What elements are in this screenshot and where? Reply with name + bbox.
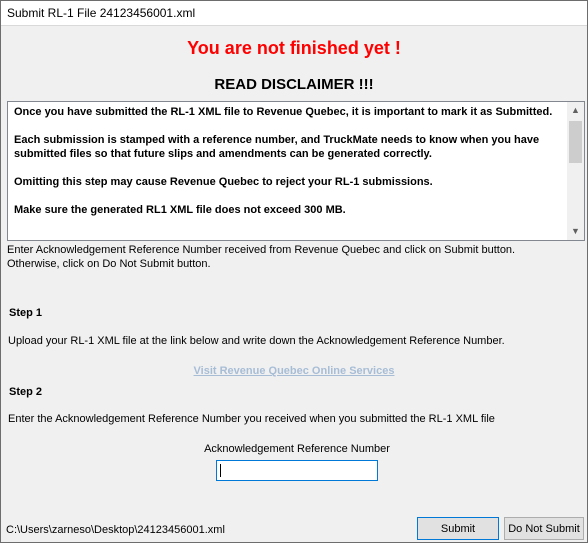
step2-label: Step 2 (9, 386, 43, 398)
file-path: C:\Users\zarneso\Desktop\24123456001.xml (6, 524, 225, 536)
disclaimer-paragraph: Make sure the generated RL1 XML file doe… (14, 204, 346, 216)
disclaimer-paragraph: Once you have submitted the RL-1 XML fil… (14, 106, 553, 118)
ack-number-input[interactable] (216, 460, 378, 481)
instructions: Enter Acknowledgement Reference Number r… (7, 243, 582, 271)
disclaimer-text: Once you have submitted the RL-1 XML fil… (14, 105, 564, 231)
vertical-scrollbar[interactable]: ▲ ▼ (567, 102, 584, 240)
step2-text: Enter the Acknowledgement Reference Numb… (8, 413, 495, 425)
title-bar: Submit RL-1 File 24123456001.xml (1, 1, 587, 25)
scrollbar-thumb[interactable] (569, 121, 582, 163)
step1-label: Step 1 (9, 307, 43, 319)
warning-message: You are not finished yet ! (187, 38, 401, 58)
disclaimer-textbox[interactable]: Once you have submitted the RL-1 XML fil… (7, 101, 585, 241)
chevron-down-icon[interactable]: ▼ (567, 223, 584, 240)
revenue-quebec-link[interactable]: Visit Revenue Quebec Online Services (1, 365, 587, 377)
do-not-submit-button[interactable]: Do Not Submit (504, 517, 584, 540)
chevron-up-icon[interactable]: ▲ (567, 102, 584, 119)
instructions-line: Otherwise, click on Do Not Submit button… (7, 258, 211, 270)
disclaimer-paragraph: Omitting this step may cause Revenue Que… (14, 176, 433, 188)
instructions-line: Enter Acknowledgement Reference Number r… (7, 244, 516, 256)
text-caret (220, 464, 221, 477)
ack-number-label: Acknowledgement Reference Number (204, 443, 390, 455)
disclaimer-title: READ DISCLAIMER !!! (214, 76, 374, 93)
step1-text: Upload your RL-1 XML file at the link be… (8, 335, 505, 347)
disclaimer-paragraph: Each submission is stamped with a refere… (14, 134, 540, 160)
submit-button[interactable]: Submit (417, 517, 499, 540)
dialog-body: You are not finished yet ! READ DISCLAIM… (1, 25, 587, 542)
window-title: Submit RL-1 File 24123456001.xml (7, 6, 196, 20)
submit-dialog-window: Submit RL-1 File 24123456001.xml You are… (0, 0, 588, 543)
